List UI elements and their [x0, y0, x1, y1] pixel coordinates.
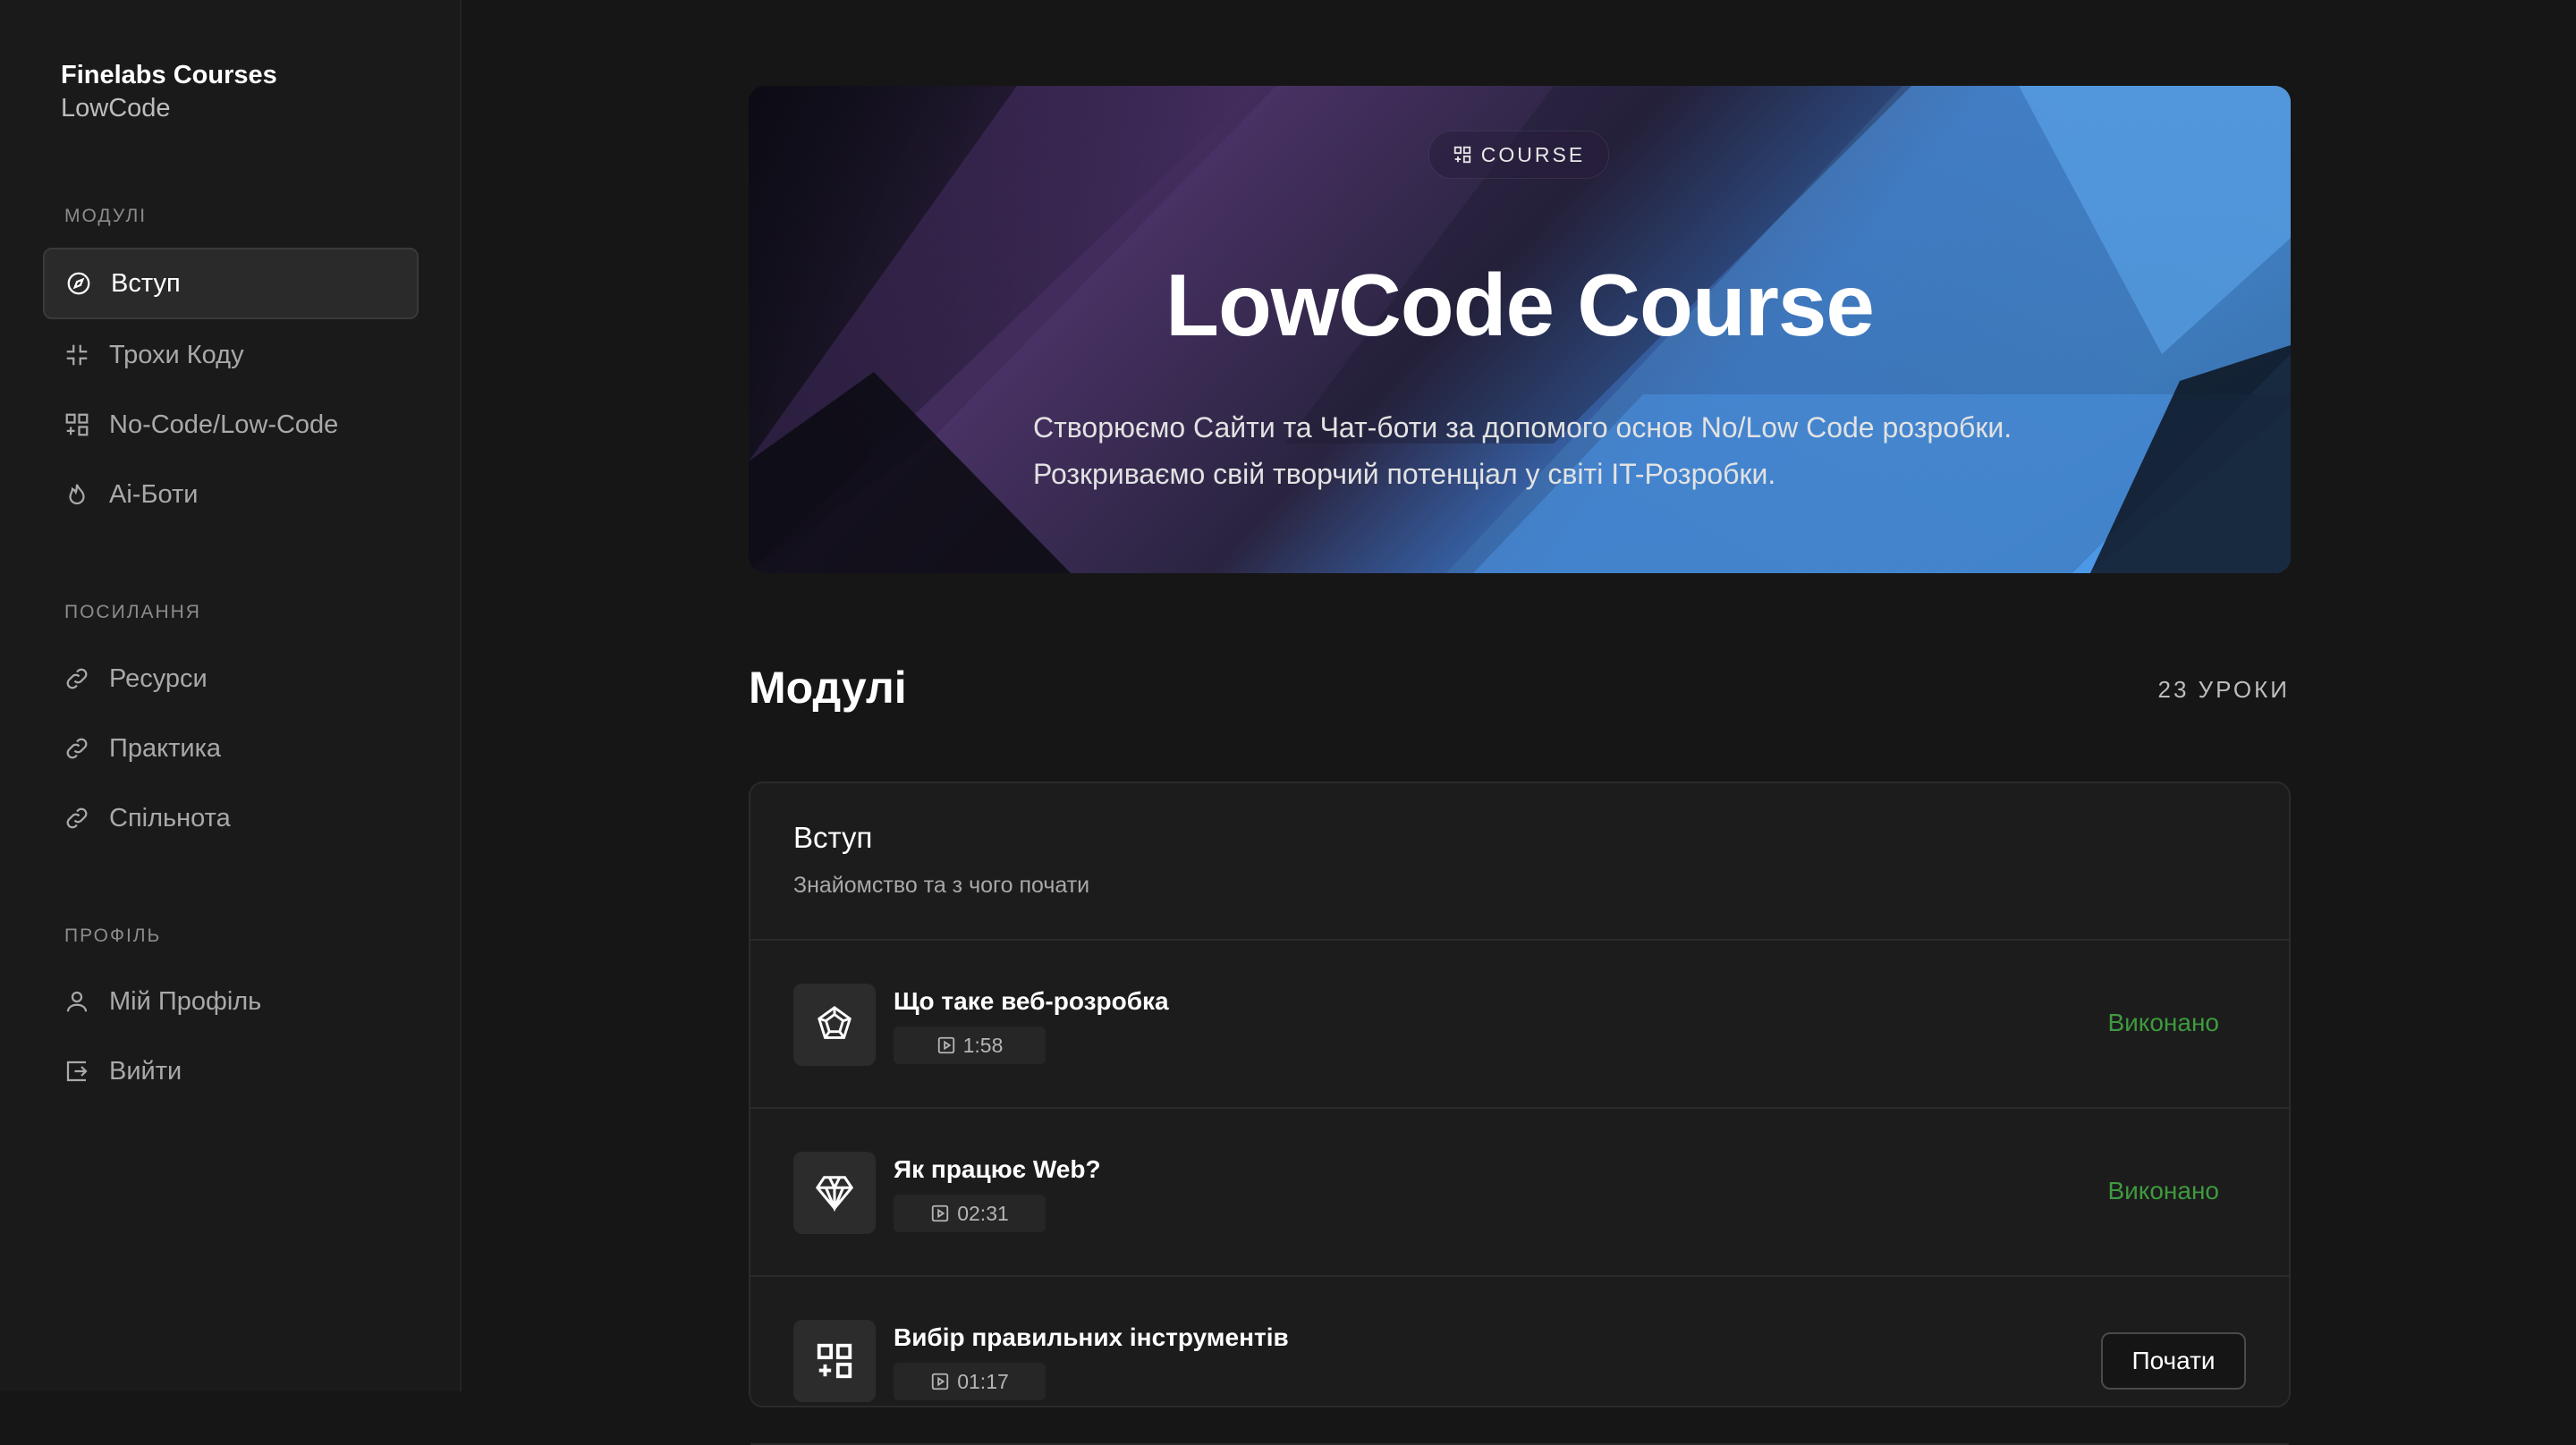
lesson-duration: 1:58: [894, 1027, 1046, 1064]
lesson-duration: 01:17: [894, 1363, 1046, 1400]
sidebar-item-code[interactable]: Трохи Коду: [43, 319, 419, 391]
sidebar-item-label: No-Code/Low-Code: [109, 410, 339, 439]
course-badge: COURSE: [1428, 131, 1609, 179]
lesson-row[interactable]: Вибір правильних інструментів 01:17 Поча…: [750, 1277, 2289, 1445]
brand-subtitle: LowCode: [61, 94, 171, 123]
shrink-icon: [63, 341, 91, 369]
lesson-row[interactable]: Як працює Web? 02:31 Виконано: [750, 1109, 2289, 1277]
sidebar-item-label: Вийти: [109, 1056, 182, 1086]
lesson-title: Що таке веб-розробка: [894, 987, 1169, 1015]
link-icon: [63, 664, 91, 693]
section-label-modules: МОДУЛІ: [64, 206, 148, 226]
course-hero-banner: COURSE LowCode Course Створюємо Сайти та…: [749, 86, 2291, 573]
lessons-count: 23 УРОКИ: [2157, 676, 2290, 703]
sidebar-item-ai-bots[interactable]: Ai-Боти: [43, 459, 419, 530]
module-description: Знайомство та з чого почати: [793, 873, 1090, 898]
start-lesson-button[interactable]: Почати: [2101, 1332, 2246, 1390]
compass-icon: [64, 269, 93, 298]
sidebar-item-label: Ресурси: [109, 663, 208, 693]
section-label-links: ПОСИЛАННЯ: [64, 602, 201, 622]
sidebar-item-community[interactable]: Спільнота: [43, 782, 419, 854]
module-name: Вступ: [793, 821, 873, 854]
lesson-status-done: Виконано: [2107, 1177, 2219, 1204]
lesson-row[interactable]: Що таке веб-розробка 1:58 Виконано: [750, 941, 2289, 1109]
grid-plus-icon: [63, 410, 91, 439]
lesson-duration-value: 01:17: [957, 1369, 1009, 1393]
course-description: Створюємо Сайти та Чат-боти за допомого …: [1033, 411, 2012, 490]
grid-plus-icon: [793, 1320, 876, 1402]
play-icon: [932, 1204, 949, 1222]
web-icon: [793, 984, 876, 1066]
link-icon: [63, 804, 91, 832]
play-icon: [932, 1373, 949, 1390]
sidebar-item-label: Вступ: [111, 268, 181, 298]
user-icon: [63, 987, 91, 1016]
link-icon: [63, 734, 91, 763]
lesson-duration-value: 02:31: [957, 1201, 1009, 1225]
brand: Finelabs Courses LowCode: [61, 59, 277, 125]
lesson-duration-value: 1:58: [962, 1033, 1004, 1057]
sidebar: Finelabs Courses LowCode МОДУЛІ Вступ Тр…: [0, 0, 462, 1391]
flame-icon: [63, 480, 91, 509]
sidebar-item-practice[interactable]: Практика: [43, 713, 419, 784]
sidebar-item-label: Спільнота: [109, 803, 231, 832]
section-label-profile: ПРОФІЛЬ: [64, 925, 162, 946]
module-header: Вступ Знайомство та з чого почати: [750, 783, 2289, 941]
sidebar-item-label: Трохи Коду: [109, 340, 244, 369]
sidebar-item-logout[interactable]: Вийти: [43, 1035, 419, 1107]
logout-icon: [63, 1057, 91, 1086]
sidebar-item-label: Ai-Боти: [109, 479, 199, 509]
sidebar-item-resources[interactable]: Ресурси: [43, 643, 419, 714]
lesson-title: Вибір правильних інструментів: [894, 1323, 1289, 1351]
sidebar-item-nocode[interactable]: No-Code/Low-Code: [43, 389, 419, 461]
grid-plus-icon: [1453, 146, 1470, 164]
modules-heading: Модулі: [749, 663, 907, 713]
course-title: LowCode Course: [1165, 256, 1875, 354]
module-card: Вступ Знайомство та з чого почати Що так…: [749, 782, 2291, 1445]
sidebar-item-label: Мій Профіль: [109, 986, 262, 1016]
lesson-title: Як працює Web?: [894, 1155, 1101, 1183]
sidebar-item-intro[interactable]: Вступ: [43, 248, 419, 319]
lesson-status-done: Виконано: [2107, 1009, 2219, 1036]
sidebar-item-my-profile[interactable]: Мій Профіль: [43, 966, 419, 1037]
sidebar-item-label: Практика: [109, 733, 222, 763]
play-icon: [937, 1036, 954, 1054]
course-badge-label: COURSE: [1480, 142, 1586, 166]
lesson-duration: 02:31: [894, 1195, 1046, 1232]
diamond-icon: [793, 1152, 876, 1234]
brand-name: Finelabs Courses: [61, 61, 277, 89]
